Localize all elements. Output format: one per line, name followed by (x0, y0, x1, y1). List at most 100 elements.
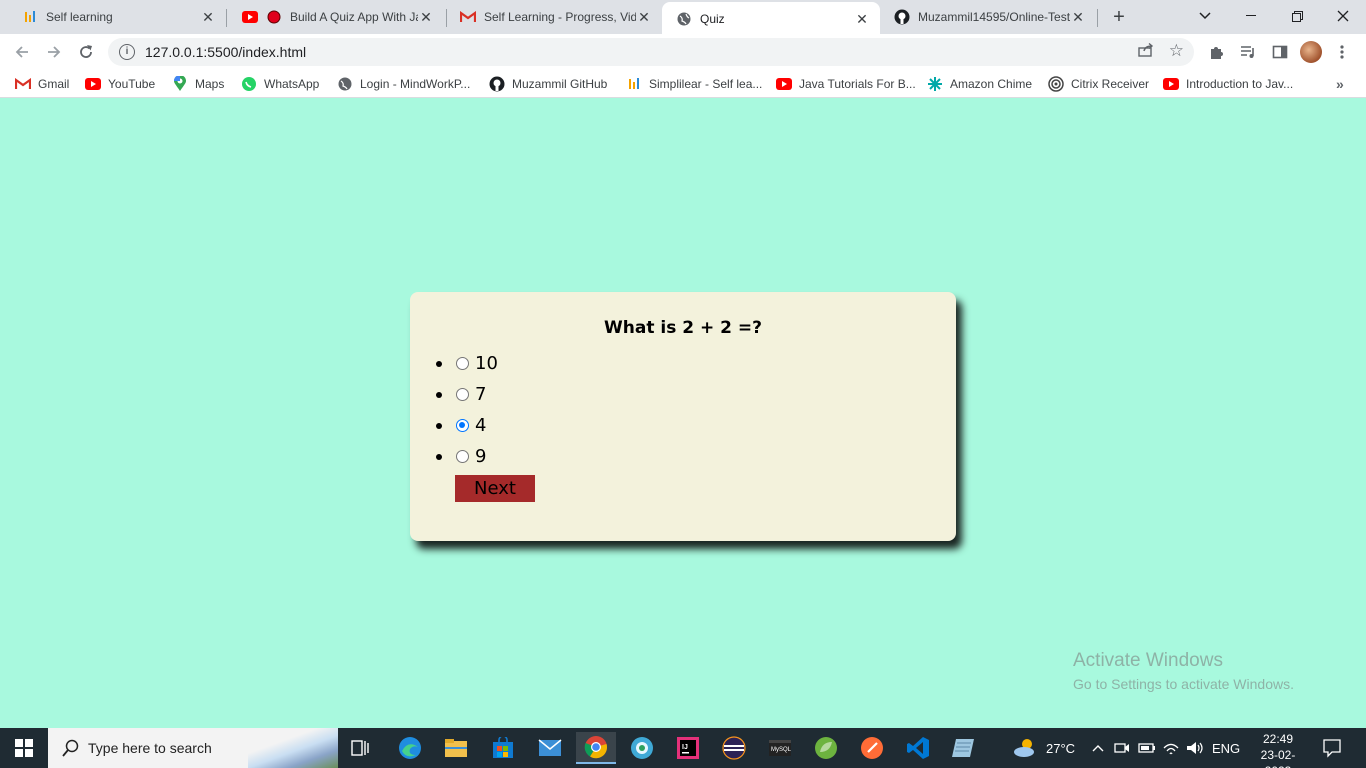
answer-option[interactable]: 10 (436, 348, 498, 379)
mail-icon[interactable] (530, 732, 570, 764)
bookmark-intro-java[interactable]: Introduction to Jav... (1163, 75, 1293, 93)
site-info-icon[interactable]: i (119, 44, 135, 60)
tab-quiz[interactable]: Quiz ✕ (662, 2, 880, 36)
show-hidden-icons[interactable] (1092, 728, 1104, 768)
notepad-icon[interactable] (944, 732, 984, 764)
reload-button[interactable] (74, 40, 98, 64)
close-tab-icon[interactable]: ✕ (854, 11, 870, 27)
recording-icon (266, 9, 282, 25)
address-bar[interactable]: i 127.0.0.1:5500/index.html ☆ (108, 38, 1194, 66)
language-indicator[interactable]: ENG (1212, 728, 1240, 768)
minimize-button[interactable] (1228, 0, 1274, 32)
mysql-icon[interactable]: MySQL (760, 732, 800, 764)
postman-icon[interactable] (852, 732, 892, 764)
eclipse-icon[interactable] (714, 732, 754, 764)
bookmark-simplilearn[interactable]: Simplilear - Self lea... (626, 75, 762, 93)
tray-meet-icon[interactable] (1114, 728, 1130, 768)
bookmark-citrix[interactable]: Citrix Receiver (1048, 75, 1149, 93)
answer-radio[interactable] (456, 450, 469, 463)
battery-icon[interactable] (1138, 728, 1156, 768)
bookmark-gmail[interactable]: Gmail (15, 75, 69, 93)
back-button[interactable] (10, 40, 34, 64)
youtube-icon (242, 9, 258, 25)
spring-icon[interactable] (806, 732, 846, 764)
bookmark-label: Amazon Chime (950, 77, 1033, 91)
wifi-icon[interactable] (1162, 728, 1180, 768)
close-tab-icon[interactable]: ✕ (636, 9, 652, 25)
close-tab-icon[interactable]: ✕ (200, 9, 216, 25)
media-list-icon (1241, 46, 1254, 58)
arrow-left-icon (15, 46, 28, 58)
answer-radio[interactable] (456, 357, 469, 370)
notification-center-icon[interactable] (1322, 738, 1342, 758)
bookmark-youtube[interactable]: YouTube (85, 75, 155, 93)
tab-self-learning[interactable]: Self learning ✕ (8, 0, 226, 34)
tab-build-quiz-app[interactable]: Build A Quiz App With Ja ✕ (228, 0, 444, 34)
github-icon (894, 9, 910, 25)
tab-title: Self Learning - Progress, Vide (484, 10, 636, 24)
system-clock[interactable]: 22:49 23-02-2023 (1248, 731, 1308, 768)
chrome-menu-button[interactable] (1330, 40, 1354, 64)
extensions-button[interactable] (1204, 40, 1228, 64)
answer-option[interactable]: 7 (436, 379, 498, 410)
weather-widget[interactable]: 27°C (1012, 728, 1075, 768)
close-window-button[interactable] (1320, 0, 1366, 32)
answer-option[interactable]: 4 (436, 410, 498, 441)
task-view-icon[interactable] (340, 732, 380, 764)
tab-self-learning-progress[interactable]: Self Learning - Progress, Vide ✕ (446, 0, 662, 34)
activate-windows-watermark: Activate Windows Go to Settings to activ… (1073, 650, 1294, 692)
bullet-icon (436, 453, 442, 460)
tab-github-online-test[interactable]: Muzammil14595/Online-Test ✕ (880, 0, 1096, 34)
bullet-icon (436, 422, 442, 429)
edge-icon[interactable] (390, 732, 430, 764)
clock-time: 22:49 (1262, 732, 1294, 746)
bookmark-java-tutorials[interactable]: Java Tutorials For B... (776, 75, 916, 93)
search-placeholder: Type here to search (88, 740, 212, 756)
answer-radio[interactable] (456, 419, 469, 432)
volume-icon[interactable] (1186, 728, 1204, 768)
profile-avatar[interactable] (1300, 41, 1322, 63)
vscode-icon[interactable] (898, 732, 938, 764)
answer-radio[interactable] (456, 388, 469, 401)
tab-title: Self learning (46, 10, 113, 24)
globe-icon (676, 11, 692, 27)
youtube-icon (85, 76, 101, 92)
store-icon[interactable] (483, 732, 523, 764)
tab-strip: Self learning ✕ Build A Quiz App With Ja… (0, 0, 1366, 36)
bookmark-whatsapp[interactable]: WhatsApp (241, 75, 319, 93)
bookmark-maps[interactable]: Maps (172, 75, 224, 93)
start-button[interactable] (0, 728, 48, 768)
bookmark-github[interactable]: Muzammil GitHub (489, 75, 607, 93)
restore-button[interactable] (1274, 0, 1320, 32)
intellij-icon[interactable]: IJ (668, 732, 708, 764)
minimize-icon (1246, 15, 1256, 16)
new-tab-button[interactable]: + (1108, 6, 1130, 28)
clock-date: 23-02-2023 (1260, 748, 1296, 768)
bookmark-label: Login - MindWorkP... (360, 77, 471, 91)
close-icon (1337, 10, 1349, 22)
tab-search-button[interactable] (1182, 0, 1228, 32)
taskbar-search-box[interactable]: Type here to search (48, 728, 338, 768)
bookmark-star-icon[interactable]: ☆ (1169, 41, 1184, 61)
close-tab-icon[interactable]: ✕ (1070, 9, 1086, 25)
bookmark-label: Simplilear - Self lea... (649, 77, 763, 91)
answer-option[interactable]: 9 (436, 441, 498, 472)
search-highlight-image (248, 728, 338, 768)
bookmark-mindwork[interactable]: Login - MindWorkP... (337, 75, 470, 93)
edge-dev-icon[interactable] (622, 732, 662, 764)
whatsapp-icon (241, 76, 257, 92)
reading-list-button[interactable] (1236, 40, 1260, 64)
more-bookmarks-chevron-icon[interactable]: » (1336, 76, 1344, 92)
chrome-icon[interactable] (576, 732, 616, 764)
bullet-icon (436, 360, 442, 367)
url-text: 127.0.0.1:5500/index.html (145, 44, 307, 60)
file-explorer-icon[interactable] (436, 732, 476, 764)
bookmark-amazon-chime[interactable]: Amazon Chime (927, 75, 1032, 93)
side-panel-button[interactable] (1268, 40, 1292, 64)
share-icon[interactable] (1138, 42, 1154, 60)
bookmark-label: Gmail (38, 77, 70, 91)
close-tab-icon[interactable]: ✕ (418, 9, 434, 25)
next-button[interactable]: Next (455, 475, 535, 502)
forward-button[interactable] (42, 40, 66, 64)
simplilearn-icon (626, 76, 642, 92)
